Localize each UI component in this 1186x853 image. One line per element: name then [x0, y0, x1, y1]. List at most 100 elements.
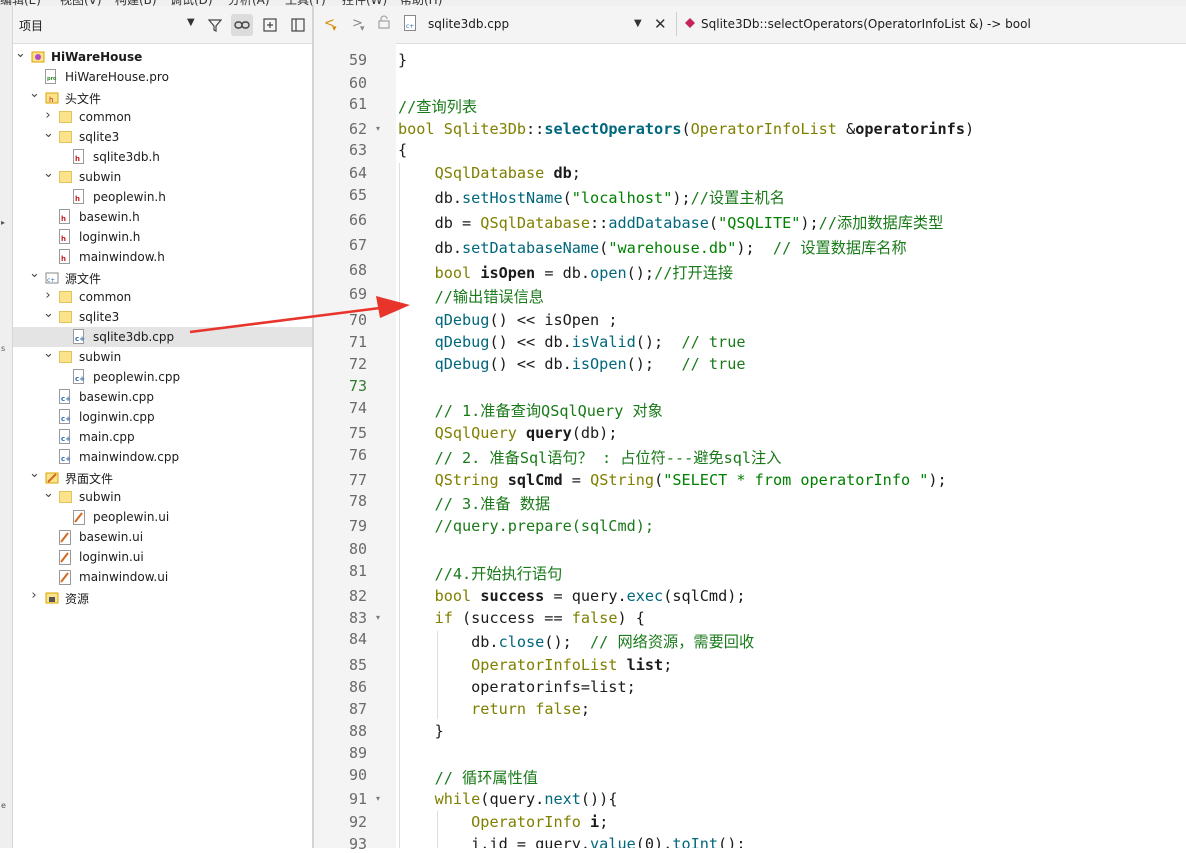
nav-forward-menu-icon[interactable]: ▾ [360, 24, 365, 34]
tree-item-label: mainwindow.cpp [79, 450, 180, 464]
code-token: ) [964, 120, 975, 138]
tree-item-[interactable]: › 资源 [13, 587, 312, 607]
tree-item-basewin-ui[interactable]: basewin.ui [13, 527, 312, 547]
code-token: () << isOpen ; [489, 311, 618, 329]
tree-item-basewin-cpp[interactable]: c+ basewin.cpp [13, 387, 312, 407]
chevron-down-icon[interactable]: ⌄ [29, 86, 40, 101]
tree-item-mainwindow-cpp[interactable]: c+ mainwindow.cpp [13, 447, 312, 467]
fold-marker-icon[interactable]: ▾ [376, 794, 380, 803]
tree-item-label: peoplewin.cpp [93, 370, 181, 384]
tree-item-mainwindow-ui[interactable]: mainwindow.ui [13, 567, 312, 587]
chevron-right-icon[interactable]: › [29, 588, 39, 603]
tree-item-basewin-h[interactable]: h basewin.h [13, 207, 312, 227]
folder-icon [59, 131, 72, 143]
code-line: OperatorInfoList list; [398, 656, 672, 674]
code-token: value [590, 835, 636, 848]
tree-item-subwin[interactable]: ⌄ subwin [13, 346, 312, 367]
chevron-down-icon[interactable]: ⌄ [43, 346, 54, 361]
mode-sidebar: ▸ s e [0, 6, 13, 848]
symbol-selector[interactable]: Sqlite3Db::selectOperators(OperatorInfoL… [701, 17, 1031, 31]
header-file-icon: h [73, 189, 84, 204]
tree-item-hiwarehouse[interactable]: ⌄ HiWareHouse [13, 46, 312, 67]
chevron-right-icon[interactable]: › [43, 288, 53, 303]
tree-item-sqlite3db-h[interactable]: h sqlite3db.h [13, 147, 312, 167]
code-token: :: [526, 120, 545, 138]
header-folder-icon: h [45, 90, 59, 104]
tree-item-mainwindow-h[interactable]: h mainwindow.h [13, 247, 312, 267]
tree-item-loginwin-ui[interactable]: loginwin.ui [13, 547, 312, 567]
tree-item-subwin[interactable]: ⌄ subwin [13, 166, 312, 187]
tree-item-label: 资源 [65, 592, 90, 606]
tree-item-loginwin-h[interactable]: h loginwin.h [13, 227, 312, 247]
chevron-down-icon[interactable]: ⌄ [43, 306, 54, 321]
tree-item-label: 界面文件 [65, 472, 114, 486]
tree-item-peoplewin-cpp[interactable]: c+ peoplewin.cpp [13, 367, 312, 387]
fold-marker-icon[interactable]: ▾ [376, 613, 380, 622]
chevron-down-icon[interactable]: ⌄ [43, 486, 54, 501]
tree-item-main-cpp[interactable]: c+ main.cpp [13, 427, 312, 447]
code-token: ( [681, 120, 691, 138]
code-token: qDebug [434, 311, 490, 329]
cpp-file-icon: c+ [59, 389, 71, 404]
tree-item-loginwin-cpp[interactable]: c+ loginwin.cpp [13, 407, 312, 427]
line-number: 87 [348, 700, 367, 718]
chevron-down-icon[interactable]: ⌄ [29, 266, 40, 281]
close-split-icon[interactable] [287, 14, 309, 36]
tree-item-[interactable]: ⌄ h 头文件 [13, 86, 312, 107]
code-token: "QSQLITE" [718, 214, 801, 232]
code-token: qDebug [434, 333, 490, 351]
chevron-right-icon[interactable]: › [43, 108, 53, 123]
code-token: db = [398, 214, 481, 232]
ui-file-icon [59, 530, 71, 545]
tree-item-subwin[interactable]: ⌄ subwin [13, 486, 312, 507]
tree-item-hiwarehouse-pro[interactable]: pro HiWareHouse.pro [13, 67, 312, 87]
link-icon[interactable] [231, 14, 253, 36]
tree-item-label: loginwin.cpp [79, 410, 155, 424]
ui-file-icon [59, 550, 71, 565]
mode-arrow-icon[interactable]: ▸ [1, 218, 5, 227]
code-token: ; [580, 700, 591, 718]
add-split-icon[interactable] [259, 14, 281, 36]
filter-icon[interactable] [204, 14, 226, 36]
tree-item-peoplewin-h[interactable]: h peoplewin.h [13, 187, 312, 207]
code-editor[interactable]: }//查询列表 bool Sqlite3Db::selectOperators(O… [396, 43, 1186, 848]
tree-item-peoplewin-ui[interactable]: peoplewin.ui [13, 507, 312, 527]
project-panel-header: 项目 ▼ [13, 6, 312, 44]
chevron-down-icon[interactable]: ⌄ [29, 466, 40, 481]
code-token: = [562, 471, 591, 489]
nav-back-menu-icon[interactable]: ▾ [332, 24, 337, 34]
close-icon[interactable]: ✕ [654, 15, 667, 33]
code-line: qDebug() << db.isOpen(); // true [398, 355, 746, 373]
code-line: QSqlDatabase db; [398, 164, 581, 182]
line-number: 72 [348, 355, 367, 373]
cpp-file-icon: c+ [59, 409, 71, 424]
tree-item-sqlite3db-cpp[interactable]: c+ sqlite3db.cpp [13, 327, 312, 347]
tree-item-sqlite3[interactable]: ⌄ sqlite3 [13, 306, 312, 327]
code-token: //4.开始执行语句 [434, 565, 563, 583]
chevron-down-icon[interactable]: ⌄ [15, 46, 26, 61]
code-line: operatorinfs=list; [398, 678, 636, 696]
code-token: //输出错误信息 [434, 288, 544, 306]
code-token: success [480, 587, 545, 605]
chevron-down-icon[interactable]: ⌄ [43, 166, 54, 181]
tree-item-common[interactable]: › common [13, 287, 312, 307]
tree-item-[interactable]: ⌄ c+ 源文件 [13, 266, 312, 287]
code-line: //查询列表 [398, 95, 477, 117]
code-token: QString [590, 471, 655, 489]
chevron-down-icon[interactable]: ▼ [634, 18, 642, 29]
tree-item-common[interactable]: › common [13, 107, 312, 127]
fold-marker-icon[interactable]: ▾ [376, 124, 380, 133]
chevron-down-icon[interactable]: ▼ [187, 17, 195, 28]
file-selector[interactable]: sqlite3db.cpp [428, 17, 509, 31]
tree-item-sqlite3[interactable]: ⌄ sqlite3 [13, 126, 312, 147]
chevron-down-icon[interactable]: ⌄ [43, 126, 54, 141]
tree-item-[interactable]: ⌄ 界面文件 [13, 466, 312, 487]
